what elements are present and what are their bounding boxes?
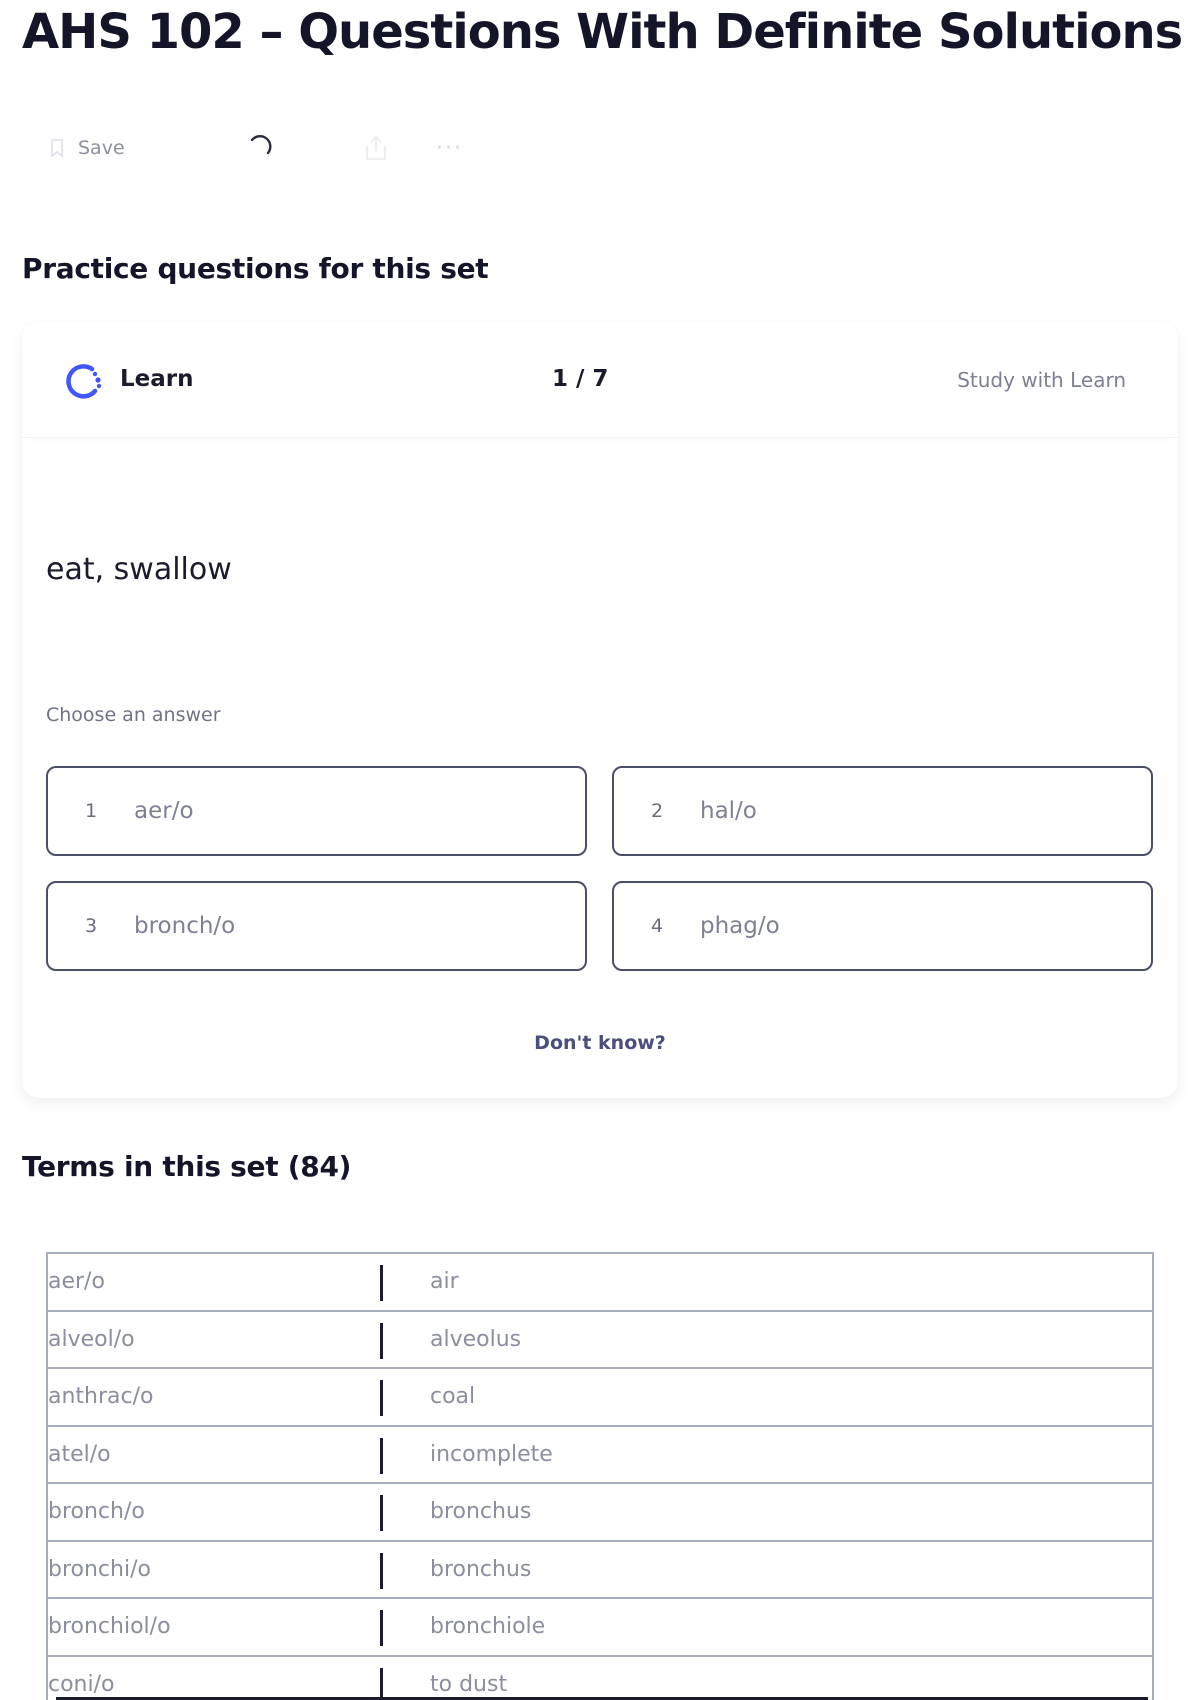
- study-with-learn-link[interactable]: Study with Learn: [957, 368, 1126, 392]
- share-icon[interactable]: [364, 128, 388, 168]
- question-counter: 1 / 7: [552, 366, 609, 392]
- term-cell: atel/o: [48, 1441, 111, 1467]
- question-prompt: eat, swallow: [46, 552, 232, 587]
- table-row: anthrac/o coal: [46, 1367, 1154, 1425]
- row-divider: [380, 1265, 383, 1301]
- table-row: aer/o air: [46, 1252, 1154, 1310]
- option-text: hal/o: [700, 798, 757, 824]
- answer-option-1[interactable]: 1 aer/o: [46, 766, 587, 856]
- answer-option-2[interactable]: 2 hal/o: [612, 766, 1153, 856]
- option-text: bronch/o: [134, 913, 236, 939]
- table-row: bronch/o bronchus: [46, 1482, 1154, 1540]
- definition-cell: bronchus: [430, 1556, 532, 1582]
- definition-cell: air: [430, 1269, 459, 1295]
- option-number: 4: [651, 915, 664, 937]
- option-number: 2: [651, 800, 664, 822]
- term-cell: bronch/o: [48, 1499, 145, 1525]
- choose-answer-label: Choose an answer: [46, 704, 221, 726]
- table-row: atel/o incomplete: [46, 1424, 1154, 1482]
- table-row: bronchi/o bronchus: [46, 1539, 1154, 1597]
- dont-know-button[interactable]: Don't know?: [22, 1032, 1178, 1054]
- table-row: coni/o to dust: [46, 1654, 1154, 1700]
- definition-cell: alveolus: [430, 1326, 522, 1352]
- learn-mode-label: Learn: [120, 366, 194, 392]
- definition-cell: bronchiole: [430, 1614, 546, 1640]
- page-title: AHS 102 – Questions With Definite Soluti…: [22, 4, 1183, 60]
- definition-cell: to dust: [430, 1671, 508, 1697]
- row-divider: [380, 1667, 383, 1700]
- more-icon[interactable]: ···: [436, 128, 463, 168]
- answer-option-3[interactable]: 3 bronch/o: [46, 881, 587, 971]
- option-text: aer/o: [134, 798, 194, 824]
- answer-option-4[interactable]: 4 phag/o: [612, 881, 1153, 971]
- bookmark-icon: [50, 139, 64, 157]
- definition-cell: bronchus: [430, 1499, 532, 1525]
- table-row: alveol/o alveolus: [46, 1309, 1154, 1367]
- term-cell: bronchi/o: [48, 1556, 151, 1582]
- terms-heading: Terms in this set (84): [22, 1150, 352, 1183]
- loading-spinner-icon: [246, 128, 276, 168]
- save-button[interactable]: Save: [50, 128, 125, 168]
- terms-table: aer/o air alveol/o alveolus anthrac/o co…: [46, 1252, 1154, 1700]
- save-label: Save: [78, 137, 125, 159]
- table-row: bronchiol/o bronchiole: [46, 1597, 1154, 1655]
- practice-card: Learn 1 / 7 Study with Learn eat, swallo…: [22, 322, 1178, 1098]
- row-divider: [380, 1552, 383, 1589]
- practice-heading: Practice questions for this set: [22, 252, 489, 285]
- row-divider: [380, 1380, 383, 1416]
- row-divider: [380, 1322, 383, 1359]
- option-text: phag/o: [700, 913, 780, 939]
- learn-mode-icon: [62, 360, 106, 404]
- term-cell: bronchiol/o: [48, 1614, 171, 1640]
- term-cell: anthrac/o: [48, 1384, 154, 1410]
- practice-card-header: Learn 1 / 7 Study with Learn: [22, 322, 1178, 438]
- dont-know-label: Don't know?: [534, 1032, 666, 1054]
- term-cell: coni/o: [48, 1671, 115, 1697]
- definition-cell: incomplete: [430, 1441, 553, 1467]
- option-number: 3: [85, 915, 98, 937]
- definition-cell: coal: [430, 1384, 476, 1410]
- term-cell: aer/o: [48, 1269, 105, 1295]
- set-toolbar: Save ···: [50, 128, 510, 168]
- term-cell: alveol/o: [48, 1326, 135, 1352]
- page: AHS 102 – Questions With Definite Soluti…: [0, 0, 1200, 1700]
- row-divider: [380, 1495, 383, 1531]
- row-divider: [380, 1437, 383, 1474]
- row-divider: [380, 1610, 383, 1646]
- option-number: 1: [85, 800, 98, 822]
